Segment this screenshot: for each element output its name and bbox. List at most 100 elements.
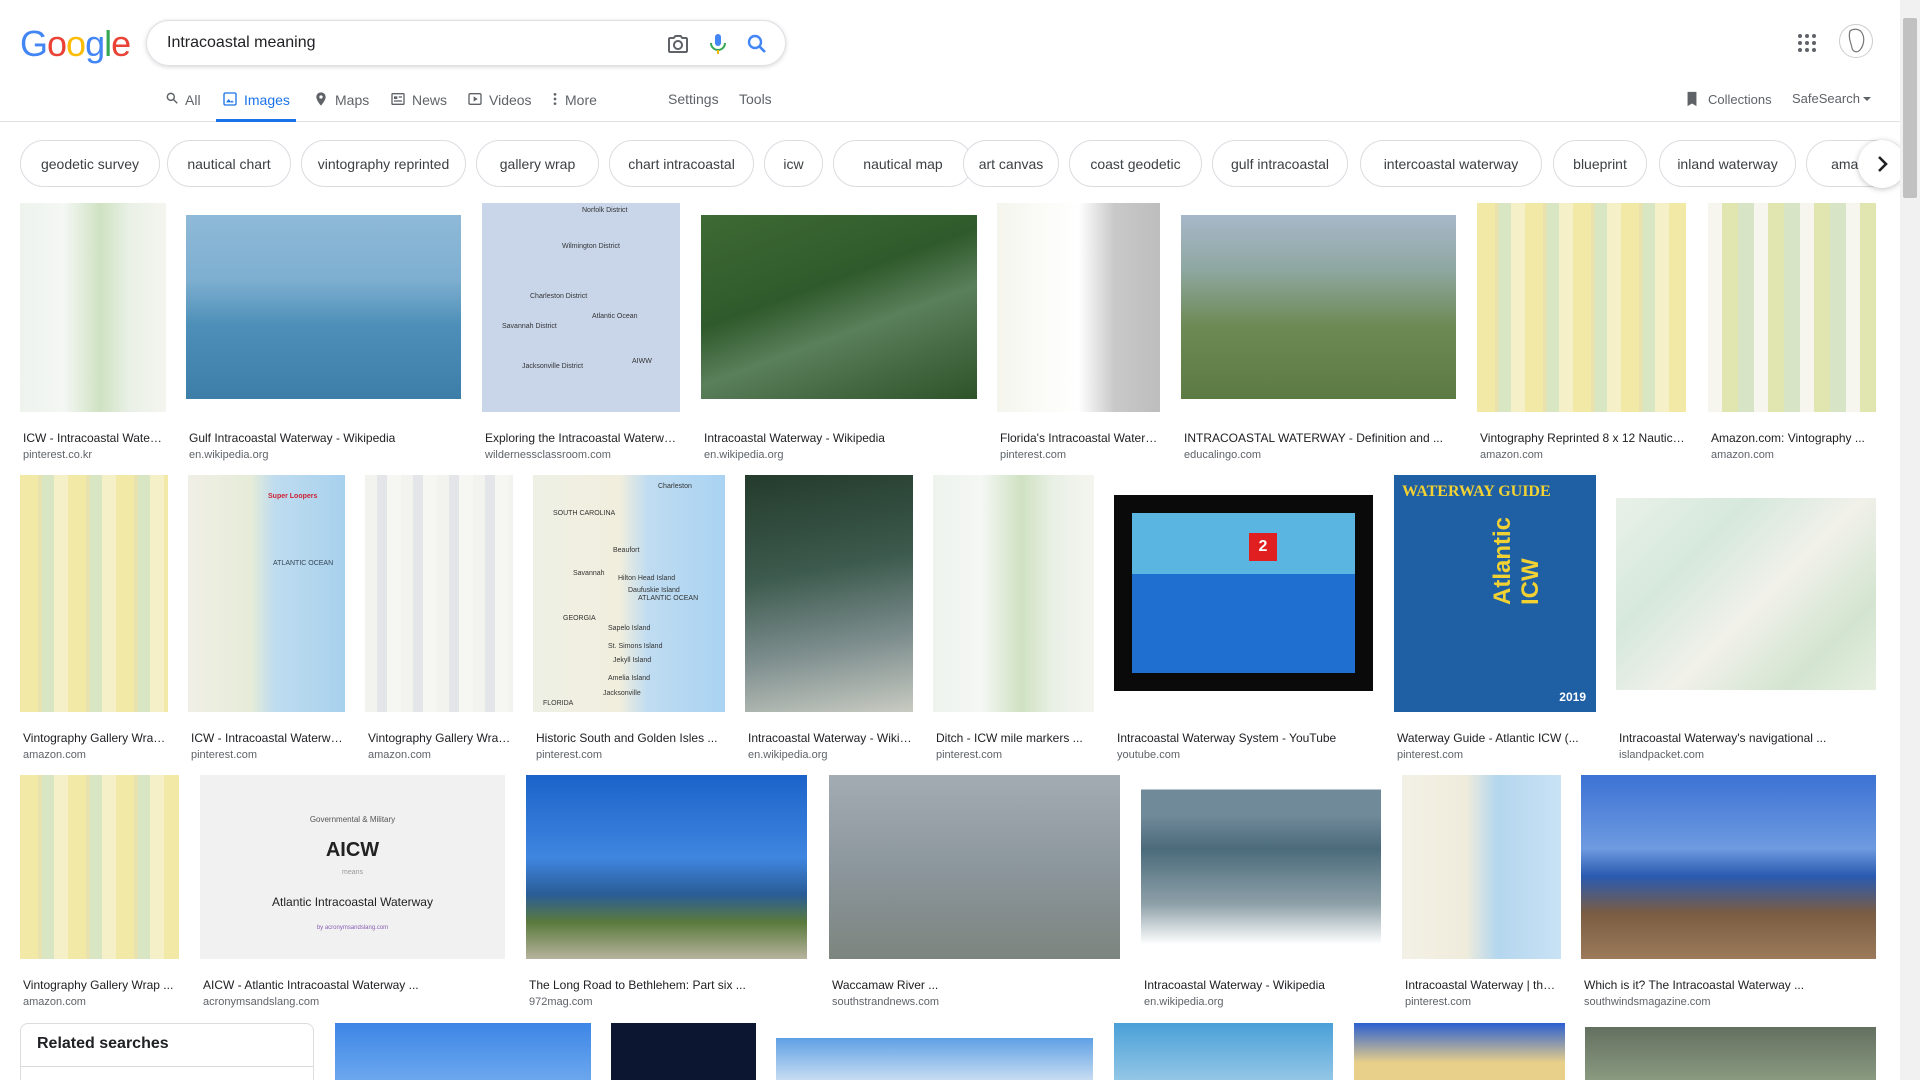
result-caption[interactable]: ICW - Intracoastal Waterway ... (191, 730, 344, 746)
image-result[interactable]: Florida's Intracoastal Waterway ... pinte… (997, 203, 1160, 464)
account-avatar[interactable] (1839, 24, 1873, 58)
image-result[interactable]: Intracoastal Waterway - Wikipedia en.wiki… (1141, 775, 1381, 1011)
camera-icon[interactable] (666, 32, 690, 56)
image-result[interactable]: Vintography Gallery Wrap ... amazon.com (20, 475, 168, 764)
tools-link[interactable]: Tools (739, 91, 772, 107)
result-thumbnail[interactable] (1141, 775, 1381, 959)
result-thumbnail[interactable] (526, 775, 807, 959)
image-result[interactable]: Gulf Intracoastal Waterway - Wikipedia en… (186, 215, 461, 464)
image-result[interactable]: Governmental & Military AICW means Atlantic… (200, 775, 505, 1011)
result-caption[interactable]: Intracoastal Waterway's navigational ... (1619, 730, 1875, 746)
chip-gallery-wrap[interactable]: gallery wrap (476, 140, 599, 187)
image-result[interactable]: Amazon.com: Vintography ... amazon.com (1708, 203, 1876, 464)
apps-grid-icon[interactable] (1795, 31, 1819, 55)
image-result[interactable]: Ditch - ICW mile markers ... pinterest.co… (933, 475, 1094, 764)
chip-nautical-map[interactable]: nautical map (833, 140, 973, 187)
settings-link[interactable]: Settings (668, 91, 719, 107)
result-caption[interactable]: Intracoastal Waterway - Wikipedia (704, 430, 976, 446)
result-caption[interactable]: Vintography Reprinted 8 x 12 Nautical ..… (1480, 430, 1685, 446)
image-result[interactable]: ICW - Intracoastal Waterway ... pinterest… (20, 203, 166, 464)
result-thumbnail[interactable] (1181, 215, 1456, 399)
tab-images[interactable]: Images (216, 86, 296, 122)
result-caption[interactable]: Vintography Gallery Wrap ... (23, 730, 167, 746)
image-result[interactable]: Intracoastal Waterway - Wikipedia en.wiki… (745, 475, 913, 764)
result-thumbnail[interactable]: 2 (1114, 495, 1373, 691)
chip-next-button[interactable] (1858, 140, 1906, 188)
tab-more[interactable]: More (551, 86, 597, 122)
image-result[interactable]: INTRACOASTAL WATERWAY - Definition and .… (1181, 215, 1456, 464)
image-result[interactable]: Which is it? The Intracoastal Waterway .… (1581, 775, 1876, 1011)
result-caption[interactable]: INTRACOASTAL WATERWAY - Definition and .… (1184, 430, 1455, 446)
tab-maps[interactable]: Maps (313, 86, 369, 122)
image-result[interactable]: Charleston SOUTH CAROLINA Beaufort Hilton H… (533, 475, 725, 764)
result-thumbnail[interactable] (701, 215, 977, 399)
image-result[interactable] (776, 1038, 1093, 1080)
result-thumbnail[interactable] (997, 203, 1160, 412)
result-caption[interactable]: Gulf Intracoastal Waterway - Wikipedia (189, 430, 460, 446)
scrollbar-thumb[interactable] (1903, 18, 1917, 198)
image-result[interactable] (1114, 1023, 1333, 1080)
result-caption[interactable]: Florida's Intracoastal Waterway ... (1000, 430, 1159, 446)
image-result[interactable]: Norfolk District Wilmington District Charl… (482, 203, 680, 464)
google-logo[interactable]: Google (20, 23, 131, 65)
result-thumbnail[interactable] (745, 475, 913, 712)
microphone-icon[interactable] (706, 32, 730, 56)
safesearch-menu[interactable]: SafeSearch (1792, 91, 1872, 106)
image-result[interactable] (1585, 1027, 1876, 1080)
image-result[interactable]: Intracoastal Waterway | the ... pinterest… (1402, 775, 1561, 1011)
chip-geodetic-survey[interactable]: geodetic survey (20, 140, 160, 187)
image-result[interactable] (611, 1023, 756, 1080)
result-caption[interactable]: Amazon.com: Vintography ... (1711, 430, 1875, 446)
result-thumbnail[interactable] (933, 475, 1094, 712)
result-caption[interactable]: Waterway Guide - Atlantic ICW (... (1397, 730, 1595, 746)
image-result[interactable]: Waccamaw River ... southstrandnews.com (829, 775, 1120, 1011)
result-caption[interactable]: The Long Road to Bethlehem: Part six ... (529, 977, 806, 993)
result-caption[interactable]: Intracoastal Waterway - Wikipedia (748, 730, 912, 746)
result-caption[interactable]: ICW - Intracoastal Waterway ... (23, 430, 165, 446)
result-caption[interactable]: Vintography Gallery Wrap ... (368, 730, 512, 746)
result-thumbnail[interactable]: Governmental & Military AICW means Atlantic… (200, 775, 505, 959)
result-thumbnail[interactable] (186, 215, 461, 399)
image-result[interactable]: Intracoastal Waterway's navigational ...… (1616, 498, 1876, 764)
image-result[interactable]: WATERWAY GUIDE Atlantic ICW 2019 Waterway G… (1394, 475, 1596, 764)
scrollbar[interactable] (1900, 0, 1920, 1080)
chip-vintography-reprinted[interactable]: vintography reprinted (301, 140, 466, 187)
result-caption[interactable]: Intracoastal Waterway System - YouTube (1117, 730, 1372, 746)
image-result[interactable]: Vintography Reprinted 8 x 12 Nautical ..… (1477, 203, 1686, 464)
result-thumbnail[interactable] (20, 203, 166, 412)
result-caption[interactable]: Exploring the Intracoastal Waterway ... (485, 430, 679, 446)
result-thumbnail[interactable] (1581, 775, 1876, 959)
collections-link[interactable]: Collections (1685, 91, 1772, 107)
chip-blueprint[interactable]: blueprint (1553, 140, 1647, 187)
image-result[interactable] (1354, 1023, 1565, 1080)
image-result[interactable]: Super Loopers ATLANTIC OCEAN ICW - Intraco… (188, 475, 345, 764)
result-caption[interactable]: AICW - Atlantic Intracoastal Waterway ..… (203, 977, 504, 993)
result-thumbnail[interactable] (829, 775, 1120, 959)
chip-intercoastal-waterway[interactable]: intercoastal waterway (1360, 140, 1542, 187)
result-thumbnail[interactable]: Charleston SOUTH CAROLINA Beaufort Hilton H… (533, 475, 725, 712)
chip-gulf-intracoastal[interactable]: gulf intracoastal (1212, 140, 1348, 187)
result-thumbnail[interactable]: Super Loopers ATLANTIC OCEAN (188, 475, 345, 712)
chip-coast-geodetic[interactable]: coast geodetic (1069, 140, 1202, 187)
result-thumbnail[interactable]: Norfolk District Wilmington District Charl… (482, 203, 680, 412)
image-result[interactable]: The Long Road to Bethlehem: Part six ...… (526, 775, 807, 1011)
tab-videos[interactable]: Videos (467, 86, 532, 122)
tab-all[interactable]: All (165, 86, 201, 122)
result-thumbnail[interactable] (1477, 203, 1686, 412)
result-caption[interactable]: Historic South and Golden Isles ... (536, 730, 724, 746)
chip-nautical-chart[interactable]: nautical chart (167, 140, 291, 187)
result-thumbnail[interactable] (365, 475, 513, 712)
tab-news[interactable]: News (390, 86, 447, 122)
search-submit-icon[interactable] (745, 32, 769, 56)
chip-art-canvas[interactable]: art canvas (963, 140, 1059, 187)
result-thumbnail[interactable] (1616, 498, 1876, 690)
result-caption[interactable]: Intracoastal Waterway - Wikipedia (1144, 977, 1380, 993)
result-caption[interactable]: Ditch - ICW mile markers ... (936, 730, 1093, 746)
image-result[interactable]: Intracoastal Waterway - Wikipedia en.wiki… (701, 215, 977, 464)
result-thumbnail[interactable] (1402, 775, 1561, 959)
image-result[interactable]: Vintography Gallery Wrap ... amazon.com (20, 775, 179, 1011)
result-thumbnail[interactable] (1708, 203, 1876, 412)
image-result[interactable] (335, 1023, 591, 1080)
chip-inland-waterway[interactable]: inland waterway (1659, 140, 1796, 187)
result-thumbnail[interactable] (20, 475, 168, 712)
